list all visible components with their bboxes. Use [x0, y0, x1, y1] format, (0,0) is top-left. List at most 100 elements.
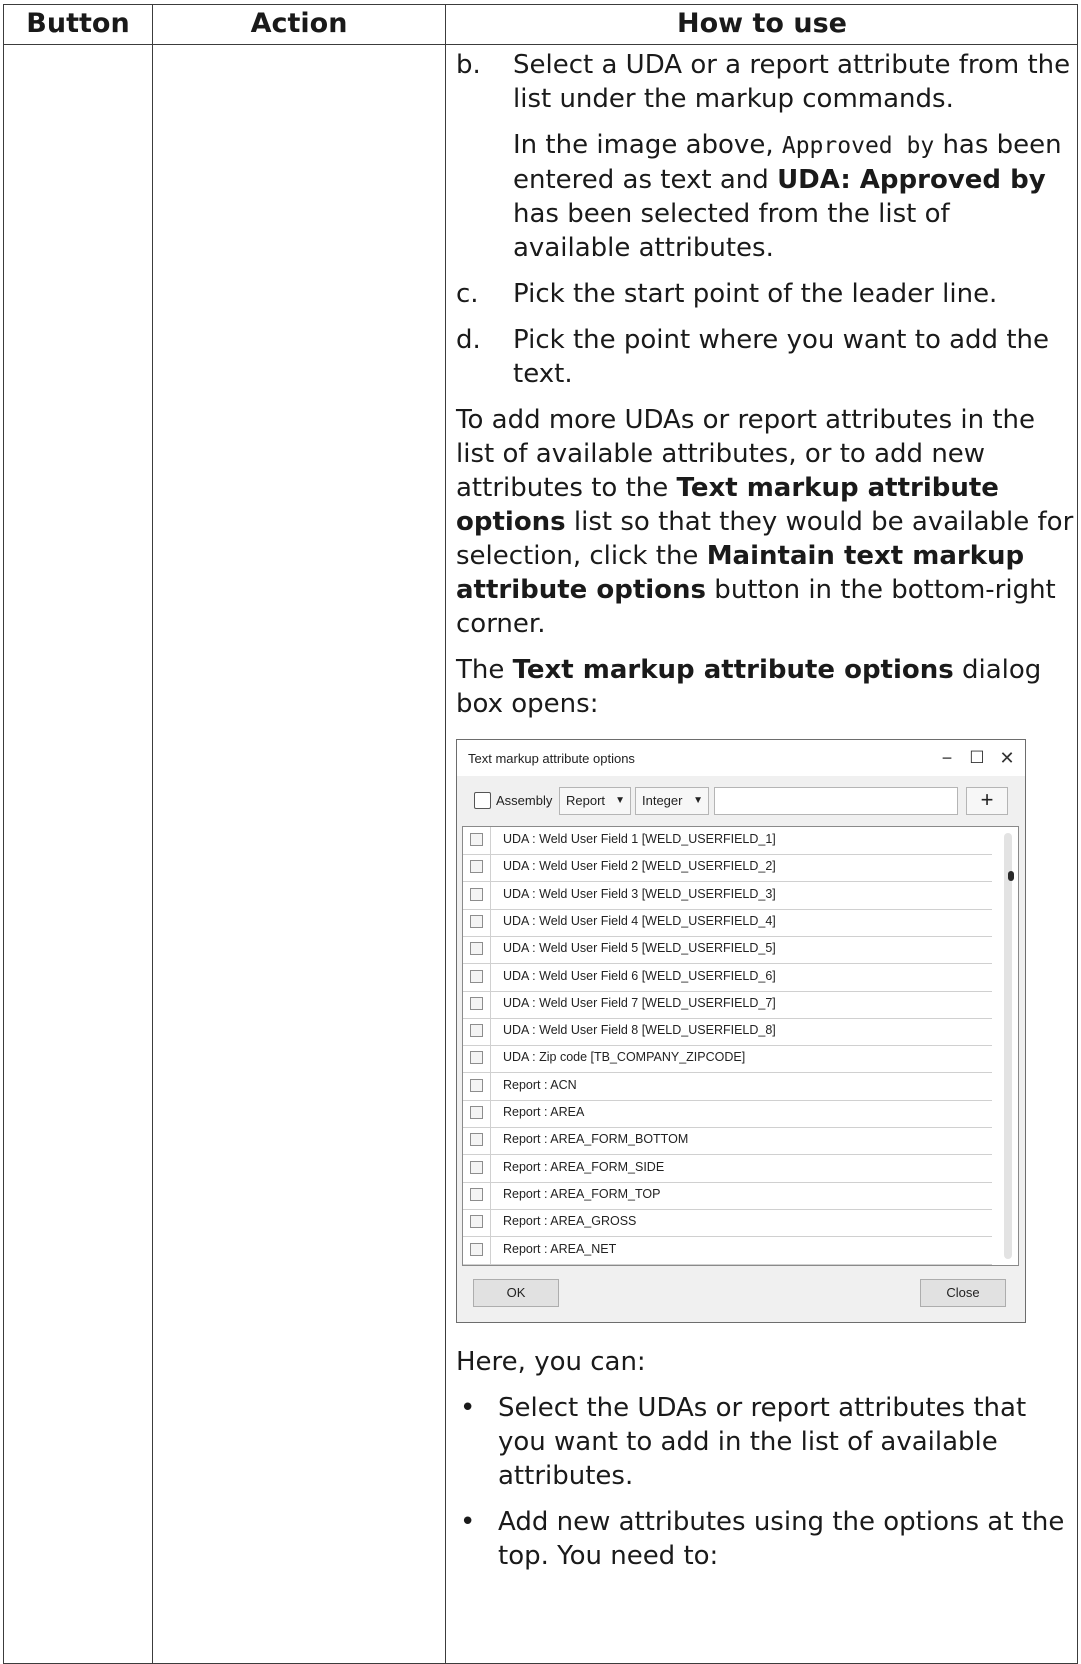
- paragraph-add-more: To add more UDAs or report attributes in…: [456, 405, 1074, 639]
- row-checkbox[interactable]: [470, 1133, 483, 1147]
- list-item[interactable]: Report : AREA_FORM_BOTTOM: [463, 1127, 992, 1156]
- add-attribute-button[interactable]: +: [966, 787, 1008, 815]
- step-marker: b.: [456, 50, 481, 80]
- row-checkbox[interactable]: [470, 833, 483, 846]
- format-select[interactable]: Integer ▼: [635, 787, 709, 815]
- bullet-text: Add new attributes using the options at …: [498, 1507, 1065, 1571]
- list-item[interactable]: UDA : Weld User Field 1 [WELD_USERFIELD_…: [463, 827, 992, 855]
- row-checkbox[interactable]: [470, 1215, 483, 1229]
- list-item[interactable]: Report : AREA: [463, 1100, 992, 1128]
- column-divider: [490, 1181, 491, 1209]
- attribute-name: Report : AREA_FORM_TOP: [503, 1186, 661, 1201]
- row-checkbox[interactable]: [470, 996, 483, 1010]
- step-d: d. Pick the point where you want to add …: [456, 323, 1074, 391]
- header-how-to-use: How to use: [677, 7, 847, 39]
- assembly-checkbox[interactable]: [474, 792, 491, 809]
- column-divider: [445, 5, 446, 1663]
- attribute-name: UDA : Weld User Field 8 [WELD_USERFIELD_…: [503, 1023, 776, 1038]
- column-divider: [490, 1045, 491, 1073]
- attribute-name: UDA : Weld User Field 1 [WELD_USERFIELD_…: [503, 832, 776, 846]
- list-item[interactable]: Report : AREA_FORM_SIDE: [463, 1154, 992, 1183]
- row-checkbox[interactable]: [470, 1187, 483, 1201]
- row-checkbox[interactable]: [470, 1160, 483, 1174]
- list-item[interactable]: Report : AREA_FORM_TOP: [463, 1181, 992, 1210]
- step-text: Select a UDA or a report attribute from …: [513, 50, 1071, 114]
- format-select-value: Integer: [642, 793, 683, 808]
- ok-button[interactable]: OK: [473, 1279, 559, 1307]
- column-divider: [490, 1154, 491, 1182]
- column-divider: [490, 827, 491, 854]
- chevron-down-icon: ▼: [615, 795, 625, 806]
- close-icon[interactable]: ✕: [995, 746, 1019, 770]
- list-item[interactable]: UDA : Weld User Field 3 [WELD_USERFIELD_…: [463, 881, 992, 910]
- text-markup-attribute-options-dialog: Text markup attribute options − ☐ ✕ Asse…: [456, 739, 1026, 1323]
- column-divider: [490, 963, 491, 991]
- step-text: Pick the start point of the leader line.: [513, 279, 998, 309]
- attribute-name: UDA : Weld User Field 3 [WELD_USERFIELD_…: [503, 886, 776, 901]
- attribute-name: UDA : Weld User Field 6 [WELD_USERFIELD_…: [503, 968, 776, 983]
- close-button[interactable]: Close: [920, 1279, 1006, 1307]
- row-checkbox[interactable]: [470, 969, 483, 983]
- attribute-name: Report : AREA_FORM_SIDE: [503, 1159, 665, 1174]
- row-checkbox[interactable]: [470, 887, 483, 901]
- row-checkbox[interactable]: [470, 1106, 483, 1119]
- attribute-name: UDA : Weld User Field 4 [WELD_USERFIELD_…: [503, 913, 776, 928]
- header-button: Button: [26, 7, 130, 39]
- row-checkbox[interactable]: [470, 1242, 483, 1256]
- scrollbar[interactable]: [1004, 833, 1012, 1259]
- row-checkbox[interactable]: [470, 1051, 483, 1065]
- step-marker: c.: [456, 279, 479, 309]
- column-divider: [490, 1209, 491, 1237]
- attribute-name: Report : ACN: [503, 1077, 577, 1092]
- attribute-name-input[interactable]: [714, 787, 958, 815]
- chevron-down-icon: ▼: [693, 795, 703, 806]
- column-divider: [152, 5, 153, 1663]
- list-item[interactable]: UDA : Weld User Field 7 [WELD_USERFIELD_…: [463, 990, 992, 1019]
- step-c: c. Pick the start point of the leader li…: [456, 277, 1074, 311]
- attribute-name: Report : AREA_GROSS: [503, 1214, 637, 1229]
- bullet-icon: •: [460, 1507, 476, 1537]
- step-b-note: In the image above, Approved by has been…: [456, 128, 1074, 265]
- list-item[interactable]: Report : ACN: [463, 1072, 992, 1101]
- list-item[interactable]: UDA : Weld User Field 6 [WELD_USERFIELD_…: [463, 963, 992, 992]
- list-item[interactable]: UDA : Weld User Field 4 [WELD_USERFIELD_…: [463, 908, 992, 937]
- row-checkbox[interactable]: [470, 1024, 483, 1038]
- row-checkbox[interactable]: [470, 914, 483, 928]
- scrollbar-thumb[interactable]: [1008, 871, 1014, 881]
- attribute-name: Report : AREA: [503, 1105, 585, 1119]
- dialog-title: Text markup attribute options: [468, 751, 635, 766]
- row-checkbox[interactable]: [470, 860, 483, 874]
- attribute-name: Report : AREA_FORM_BOTTOM: [503, 1132, 689, 1147]
- list-item[interactable]: Report : AREA_GROSS: [463, 1209, 992, 1238]
- bullet-text: Select the UDAs or report attributes tha…: [498, 1393, 1027, 1491]
- list-item[interactable]: Report : AREA_NET: [463, 1236, 992, 1265]
- uda-approved-by: UDA: Approved by: [777, 165, 1046, 195]
- type-select[interactable]: Report ▼: [559, 787, 631, 815]
- row-checkbox[interactable]: [470, 942, 483, 956]
- column-divider: [490, 1236, 491, 1264]
- column-divider: [490, 1127, 491, 1155]
- list-item[interactable]: UDA : Weld User Field 8 [WELD_USERFIELD_…: [463, 1018, 992, 1047]
- attribute-list[interactable]: UDA : Weld User Field 1 [WELD_USERFIELD_…: [462, 826, 1019, 1266]
- row-checkbox[interactable]: [470, 1078, 483, 1092]
- dialog-titlebar: Text markup attribute options − ☐ ✕: [457, 740, 1025, 776]
- bullet-icon: •: [460, 1393, 476, 1423]
- bold-dialog-name: Text markup attribute options: [512, 655, 954, 685]
- list-item[interactable]: UDA : Zip code [TB_COMPANY_ZIPCODE]: [463, 1045, 992, 1074]
- step-b: b. Select a UDA or a report attribute fr…: [456, 48, 1074, 116]
- maximize-icon[interactable]: ☐: [965, 746, 989, 770]
- header-action: Action: [250, 7, 348, 39]
- step-marker: d.: [456, 325, 481, 355]
- column-divider: [490, 1072, 491, 1100]
- assembly-label: Assembly: [496, 793, 553, 808]
- code-approved-by: Approved by: [781, 133, 935, 159]
- note-text: has been selected from the list of avail…: [513, 199, 950, 263]
- column-divider: [490, 1100, 491, 1127]
- minimize-icon[interactable]: −: [935, 746, 959, 770]
- column-divider: [490, 881, 491, 909]
- attribute-name: UDA : Weld User Field 7 [WELD_USERFIELD_…: [503, 995, 776, 1010]
- list-item: • Add new attributes using the options a…: [456, 1505, 1074, 1573]
- list-item[interactable]: UDA : Weld User Field 5 [WELD_USERFIELD_…: [463, 936, 992, 965]
- list-item[interactable]: UDA : Weld User Field 2 [WELD_USERFIELD_…: [463, 854, 992, 883]
- column-divider: [490, 854, 491, 882]
